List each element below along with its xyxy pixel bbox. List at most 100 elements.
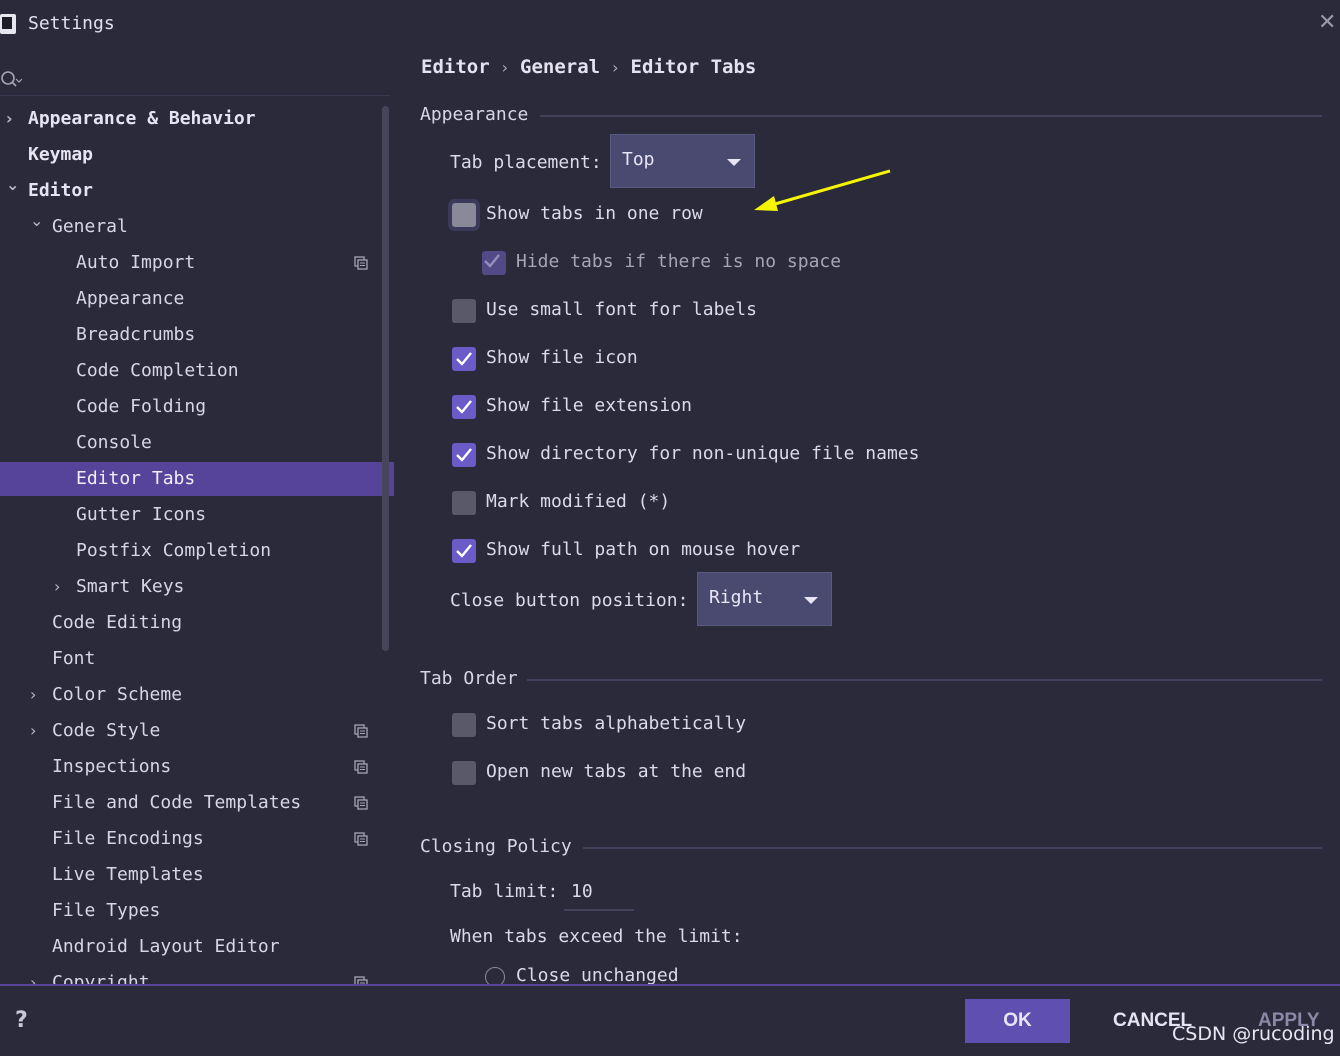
settings-search-input[interactable] <box>0 62 390 96</box>
sidebar-item[interactable]: File Encodings <box>0 822 394 856</box>
checkbox[interactable] <box>452 491 476 515</box>
project-scope-icon <box>354 976 368 984</box>
checkbox[interactable] <box>452 761 476 785</box>
sidebar-item-label: Breadcrumbs <box>76 324 196 345</box>
checkbox-row[interactable]: Open new tabs at the end <box>452 758 1052 788</box>
sidebar-item-label: Postfix Completion <box>76 540 272 561</box>
checkbox-row[interactable]: Show file extension <box>452 392 1052 422</box>
close-button-position-label: Close button position: <box>450 590 689 611</box>
chevron-right-icon[interactable]: › <box>54 570 68 604</box>
sidebar-item[interactable]: ⌄ General <box>0 210 394 244</box>
close-icon[interactable]: ✕ <box>1318 12 1340 34</box>
sidebar-item[interactable]: Gutter Icons <box>0 498 394 532</box>
breadcrumb-item: General <box>520 56 601 78</box>
sidebar-item-label: Smart Keys <box>76 576 185 597</box>
tab-limit-input[interactable]: 10 <box>571 881 593 902</box>
sidebar-item[interactable]: Code Completion <box>0 354 394 388</box>
checkbox[interactable] <box>452 713 476 737</box>
sidebar-item[interactable]: ⌄ Editor <box>0 174 394 208</box>
checkbox-label: Open new tabs at the end <box>486 761 747 782</box>
checkbox-row[interactable]: Hide tabs if there is no space <box>482 248 1082 278</box>
project-scope-icon <box>354 256 368 270</box>
checkbox-row[interactable]: Sort tabs alphabetically <box>452 710 1052 740</box>
search-icon <box>1 71 22 87</box>
closing-policy-section-title: Closing Policy <box>420 836 572 857</box>
project-scope-icon <box>354 832 368 846</box>
sidebar-item[interactable]: Console <box>0 426 394 460</box>
sidebar-item[interactable]: › Copyright <box>0 966 394 984</box>
chevron-down-icon[interactable]: ⌄ <box>30 204 44 238</box>
tab-limit-input-underline <box>564 909 634 911</box>
close-button-position-select[interactable]: Right <box>697 572 832 626</box>
sidebar-item[interactable]: File and Code Templates <box>0 786 394 820</box>
tab-placement-label: Tab placement: <box>450 152 602 173</box>
breadcrumb: Editor › General › Editor Tabs <box>421 56 756 86</box>
sidebar-item[interactable]: › Code Style <box>0 714 394 748</box>
chevron-right-icon[interactable]: › <box>30 966 44 984</box>
tab-order-section-title: Tab Order <box>420 668 518 689</box>
checkbox-row[interactable]: Show file icon <box>452 344 1052 374</box>
sidebar-item[interactable]: Postfix Completion <box>0 534 394 568</box>
sidebar-item[interactable]: Font <box>0 642 394 676</box>
help-button[interactable]: ? <box>15 1008 28 1033</box>
project-scope-icon <box>354 796 368 810</box>
chevron-right-icon[interactable]: › <box>30 714 44 748</box>
checkbox[interactable] <box>482 251 506 275</box>
ok-button[interactable]: OK <box>965 999 1070 1043</box>
dialog-footer: ? OK CANCEL APPLY CSDN @rucoding <box>0 984 1340 1056</box>
sidebar-item[interactable]: Live Templates <box>0 858 394 892</box>
sidebar-item[interactable]: Code Folding <box>0 390 394 424</box>
sidebar-item[interactable]: › Appearance & Behavior <box>0 102 394 136</box>
sidebar-item-label: Appearance <box>76 288 185 309</box>
sidebar-item[interactable]: Auto Import <box>0 246 394 280</box>
checkbox[interactable] <box>452 539 476 563</box>
sidebar-item[interactable]: File Types <box>0 894 394 928</box>
checkbox-row[interactable]: Mark modified (*) <box>452 488 1052 518</box>
tab-limit-label: Tab limit: <box>450 881 559 902</box>
close-button-position-value: Right <box>709 587 764 608</box>
checkbox-label: Show file extension <box>486 395 692 416</box>
checkbox[interactable] <box>452 203 476 227</box>
chevron-right-icon[interactable]: › <box>30 678 44 712</box>
sidebar-item[interactable]: Code Editing <box>0 606 394 640</box>
sidebar-item[interactable]: Inspections <box>0 750 394 784</box>
project-scope-icon <box>354 760 368 774</box>
sidebar-item[interactable]: › Smart Keys <box>0 570 394 604</box>
sidebar-item[interactable]: Appearance <box>0 282 394 316</box>
checkbox[interactable] <box>452 299 476 323</box>
sidebar-item[interactable]: › Color Scheme <box>0 678 394 712</box>
sidebar-item[interactable]: Breadcrumbs <box>0 318 394 352</box>
checkbox-row[interactable]: Use small font for labels <box>452 296 1052 326</box>
sidebar-item[interactable]: Editor Tabs <box>0 462 394 496</box>
sidebar-item[interactable]: Keymap <box>0 138 394 172</box>
checkmark-icon <box>484 254 500 268</box>
project-scope-icon <box>354 724 368 738</box>
chevron-right-icon[interactable]: › <box>6 102 20 136</box>
sidebar-item-label: File and Code Templates <box>52 792 302 813</box>
sidebar-item-label: Gutter Icons <box>76 504 207 525</box>
checkbox-label: Show full path on mouse hover <box>486 539 801 560</box>
checkbox[interactable] <box>452 395 476 419</box>
watermark: CSDN @rucoding <box>1172 1023 1335 1045</box>
tab-placement-select[interactable]: Top <box>610 134 755 188</box>
breadcrumb-item: Editor Tabs <box>630 56 757 78</box>
sidebar-item[interactable]: Android Layout Editor <box>0 930 394 964</box>
sidebar-item-label: General <box>52 216 128 237</box>
checkbox-label: Hide tabs if there is no space <box>516 251 842 272</box>
section-divider <box>527 679 1322 681</box>
section-divider <box>583 847 1322 849</box>
sidebar-item-label: Code Completion <box>76 360 239 381</box>
chevron-down-icon[interactable]: ⌄ <box>6 168 20 202</box>
sidebar-item-label: Keymap <box>28 144 94 165</box>
checkbox[interactable] <box>452 443 476 467</box>
checkbox-row[interactable]: Show full path on mouse hover <box>452 536 1052 566</box>
checkbox[interactable] <box>452 347 476 371</box>
chevron-down-icon <box>804 597 818 604</box>
sidebar-scrollbar[interactable] <box>382 106 389 651</box>
sidebar-item-label: Code Editing <box>52 612 183 633</box>
checkbox-row[interactable]: Show directory for non-unique file names <box>452 440 1052 470</box>
sidebar-item-label: Auto Import <box>76 252 196 273</box>
sidebar-item-label: Code Style <box>52 720 161 741</box>
sidebar-item-label: Console <box>76 432 152 453</box>
sidebar-item-label: File Types <box>52 900 161 921</box>
